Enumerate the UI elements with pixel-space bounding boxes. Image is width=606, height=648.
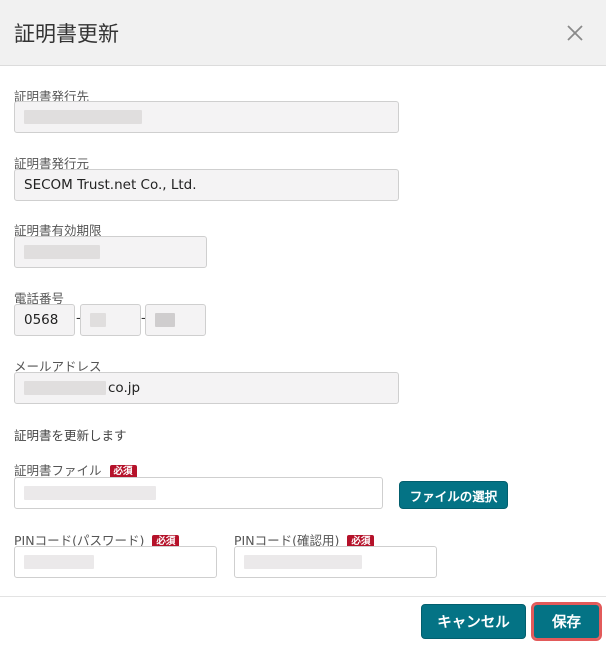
save-button[interactable]: 保存	[531, 602, 602, 641]
issuer-field: SECOM Trust.net Co., Ltd.	[14, 169, 399, 201]
redacted-value	[155, 313, 175, 327]
cert-file-label-text: 証明書ファイル	[14, 463, 102, 478]
phone-part1-value: 0568	[24, 312, 59, 328]
redacted-value	[244, 555, 362, 569]
footer-divider	[0, 596, 606, 597]
renewal-note: 証明書を更新します	[14, 428, 127, 443]
email-field: co.jp	[14, 372, 399, 404]
redacted-value	[24, 381, 106, 395]
pin-input[interactable]	[14, 546, 217, 578]
dialog-title: 証明書更新	[14, 22, 119, 46]
phone-part3-field	[145, 304, 206, 336]
pin-confirm-input[interactable]	[234, 546, 437, 578]
redacted-value	[24, 555, 94, 569]
phone-part1-field: 0568	[14, 304, 75, 336]
close-icon[interactable]	[562, 20, 588, 46]
redacted-value	[90, 313, 106, 327]
email-value-suffix: co.jp	[108, 380, 141, 396]
issued-to-field	[14, 101, 399, 133]
phone-part2-field	[80, 304, 141, 336]
select-file-button[interactable]: ファイルの選択	[399, 481, 508, 509]
certificate-renewal-dialog: 証明書更新 証明書発行先 証明書発行元 SECOM Trust.net Co.,…	[0, 0, 606, 648]
redacted-value	[24, 110, 142, 124]
cert-file-input[interactable]	[14, 477, 383, 509]
redacted-value	[24, 245, 100, 259]
issuer-value: SECOM Trust.net Co., Ltd.	[24, 177, 197, 193]
redacted-value	[24, 486, 156, 500]
dialog-header: 証明書更新	[0, 0, 606, 66]
cancel-button[interactable]: キャンセル	[421, 604, 526, 639]
expiry-field	[14, 236, 207, 268]
